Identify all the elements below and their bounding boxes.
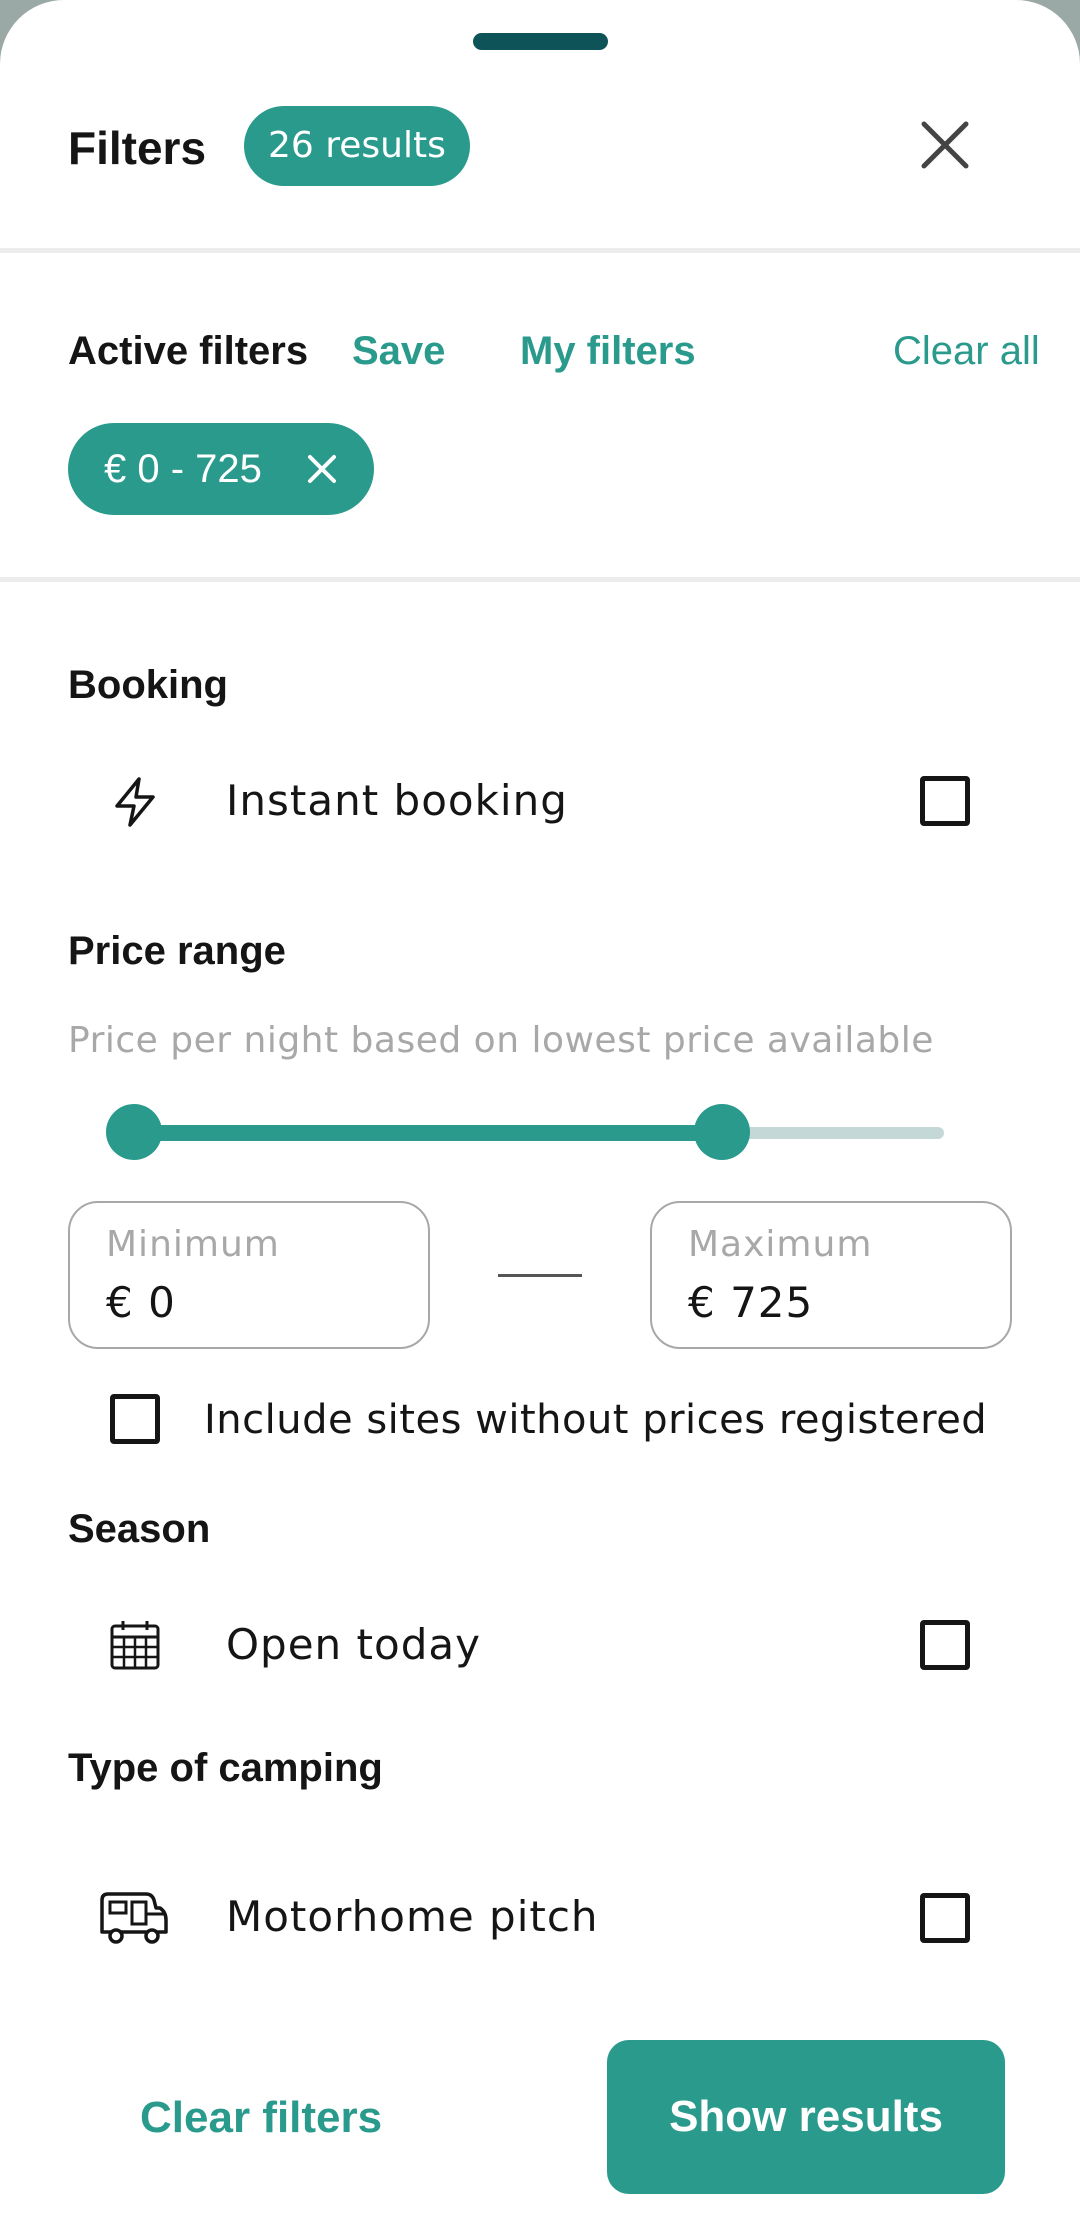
include-unpriced-checkbox[interactable]: [110, 1394, 160, 1444]
chip-label: € 0 - 725: [104, 446, 262, 491]
price-range-hint: Price per night based on lowest price av…: [68, 1020, 934, 1061]
price-slider-min-handle[interactable]: [106, 1104, 162, 1160]
calendar-icon: [108, 1618, 162, 1672]
motorhome-pitch-label: Motorhome pitch: [226, 1892, 599, 1941]
maximum-price-value: € 725: [688, 1278, 814, 1327]
maximum-price-caption: Maximum: [688, 1224, 873, 1265]
open-today-label: Open today: [226, 1620, 481, 1669]
clear-filters-button[interactable]: Clear filters: [140, 2090, 382, 2146]
close-button[interactable]: [914, 114, 976, 176]
active-filter-chip-price[interactable]: € 0 - 725: [68, 423, 374, 515]
instant-booking-checkbox[interactable]: [920, 776, 970, 826]
price-range-section-title: Price range: [68, 929, 286, 973]
minimum-price-field[interactable]: Minimum € 0: [68, 1201, 430, 1349]
drag-handle[interactable]: [473, 33, 608, 50]
maximum-price-field[interactable]: Maximum € 725: [650, 1201, 1012, 1349]
minimum-price-caption: Minimum: [106, 1224, 280, 1265]
filters-sheet: Filters 26 results Active filters Save M…: [0, 0, 1080, 2217]
season-section-title: Season: [68, 1507, 211, 1551]
divider: [0, 577, 1080, 582]
divider: [0, 248, 1080, 253]
motorhome-icon: [98, 1888, 170, 1948]
instant-booking-label: Instant booking: [226, 776, 568, 825]
camping-type-section-title: Type of camping: [68, 1746, 383, 1790]
my-filters-link[interactable]: My filters: [520, 326, 696, 376]
lightning-icon: [108, 775, 162, 829]
remove-chip-button[interactable]: [306, 453, 338, 485]
booking-section-title: Booking: [68, 663, 228, 707]
active-filters-label: Active filters: [68, 329, 309, 373]
open-today-checkbox[interactable]: [920, 1620, 970, 1670]
results-count-badge: 26 results: [244, 106, 470, 186]
close-icon: [308, 455, 336, 483]
close-icon: [921, 121, 969, 169]
include-unpriced-label: Include sites without prices registered: [204, 1397, 988, 1443]
price-slider-range: [134, 1125, 722, 1141]
price-slider-max-handle[interactable]: [694, 1104, 750, 1160]
show-results-button[interactable]: Show results: [607, 2040, 1005, 2194]
page-title: Filters: [68, 122, 207, 174]
save-filters-link[interactable]: Save: [352, 326, 445, 376]
minimum-price-value: € 0: [106, 1278, 176, 1327]
motorhome-pitch-checkbox[interactable]: [920, 1893, 970, 1943]
range-separator: [498, 1274, 582, 1277]
clear-all-link[interactable]: Clear all: [893, 326, 1040, 376]
